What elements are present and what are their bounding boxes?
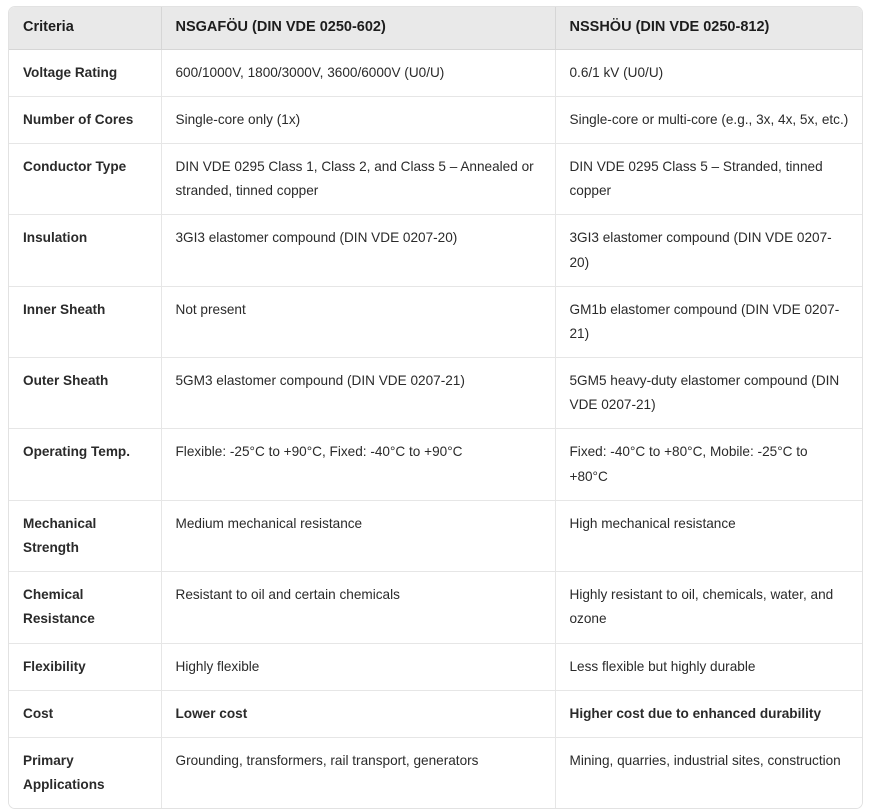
cell-criteria: Cost bbox=[9, 690, 162, 738]
table-header: Criteria NSGAFÖU (DIN VDE 0250-602) NSSH… bbox=[9, 7, 862, 50]
table-header-row: Criteria NSGAFÖU (DIN VDE 0250-602) NSSH… bbox=[9, 7, 862, 50]
cell-criteria: Inner Sheath bbox=[9, 286, 162, 359]
cell-criteria: Number of Cores bbox=[9, 96, 162, 144]
cell-nsshou: 3GI3 elastomer compound (DIN VDE 0207-20… bbox=[555, 214, 862, 287]
table-row: Number of Cores Single-core only (1x) Sing… bbox=[9, 96, 862, 144]
table-body: Voltage Rating 600/1000V, 1800/3000V, 360… bbox=[9, 49, 862, 809]
cell-nsgafou: DIN VDE 0295 Class 1, Class 2, and Class… bbox=[161, 143, 556, 216]
table-row: Cost Lower cost Higher cost due to enhance… bbox=[9, 690, 862, 738]
cell-criteria: Flexibility bbox=[9, 643, 162, 691]
comparison-table-container: Criteria NSGAFÖU (DIN VDE 0250-602) NSSH… bbox=[8, 6, 863, 809]
cell-nsshou: GM1b elastomer compound (DIN VDE 0207-21… bbox=[555, 286, 862, 359]
cell-criteria: Chemical Resistance bbox=[9, 571, 162, 644]
cell-nsgafou: 3GI3 elastomer compound (DIN VDE 0207-20… bbox=[161, 214, 556, 287]
cell-nsgafou: Medium mechanical resistance bbox=[161, 500, 556, 573]
cell-nsgafou: Not present bbox=[161, 286, 556, 359]
cell-nsshou: Fixed: -40°C to +80°C, Mobile: -25°C to … bbox=[555, 428, 862, 501]
cell-criteria: Primary Applications bbox=[9, 737, 162, 809]
cell-criteria: Outer Sheath bbox=[9, 357, 162, 430]
cell-criteria: Voltage Rating bbox=[9, 49, 162, 97]
cell-nsshou: 0.6/1 kV (U0/U) bbox=[555, 49, 862, 97]
cell-nsgafou: Grounding, transformers, rail transport,… bbox=[161, 737, 556, 809]
column-header-nsgafou: NSGAFÖU (DIN VDE 0250-602) bbox=[161, 7, 556, 50]
cell-nsgafou: 600/1000V, 1800/3000V, 3600/6000V (U0/U) bbox=[161, 49, 556, 97]
cell-nsshou: High mechanical resistance bbox=[555, 500, 862, 573]
column-header-criteria: Criteria bbox=[9, 7, 162, 50]
column-header-nsshou: NSSHÖU (DIN VDE 0250-812) bbox=[555, 7, 862, 50]
cable-comparison-table: Criteria NSGAFÖU (DIN VDE 0250-602) NSSH… bbox=[9, 7, 862, 809]
table-row: Operating Temp. Flexible: -25°C to +90°C,… bbox=[9, 428, 862, 501]
cell-criteria: Mechanical Strength bbox=[9, 500, 162, 573]
cell-nsgafou: 5GM3 elastomer compound (DIN VDE 0207-21… bbox=[161, 357, 556, 430]
cell-nsshou: Higher cost due to enhanced durability bbox=[555, 690, 862, 738]
cell-criteria: Operating Temp. bbox=[9, 428, 162, 501]
cell-nsshou: Less flexible but highly durable bbox=[555, 643, 862, 691]
table-row: Mechanical Strength Medium mechanical res… bbox=[9, 500, 862, 573]
table-row: Voltage Rating 600/1000V, 1800/3000V, 360… bbox=[9, 49, 862, 97]
table-row: Insulation 3GI3 elastomer compound (DIN V… bbox=[9, 214, 862, 287]
page-root: Criteria NSGAFÖU (DIN VDE 0250-602) NSSH… bbox=[0, 0, 872, 809]
table-row: Primary Applications Grounding, transform… bbox=[9, 737, 862, 809]
cell-nsgafou: Lower cost bbox=[161, 690, 556, 738]
cell-criteria: Insulation bbox=[9, 214, 162, 287]
table-row: Chemical Resistance Resistant to oil and … bbox=[9, 571, 862, 644]
cell-nsshou: Mining, quarries, industrial sites, cons… bbox=[569, 752, 841, 768]
cell-nsgafou: Flexible: -25°C to +90°C, Fixed: -40°C t… bbox=[161, 428, 556, 501]
cell-nsshou: Single-core or multi-core (e.g., 3x, 4x,… bbox=[555, 96, 862, 144]
table-row: Outer Sheath 5GM3 elastomer compound (DIN… bbox=[9, 357, 862, 430]
cell-nsshou: Highly resistant to oil, chemicals, wate… bbox=[555, 571, 862, 644]
cell-nsshou: 5GM5 heavy-duty elastomer compound (DIN … bbox=[555, 357, 862, 430]
table-row: Conductor Type DIN VDE 0295 Class 1, Clas… bbox=[9, 143, 862, 216]
cell-criteria: Conductor Type bbox=[9, 143, 162, 216]
table-row: Flexibility Highly flexible Less flexible … bbox=[9, 643, 862, 691]
table-row: Inner Sheath Not present GM1b elastomer co… bbox=[9, 286, 862, 359]
cell-nsshou: DIN VDE 0295 Class 5 – Stranded, tinned … bbox=[555, 143, 862, 216]
cell-nsgafou: Highly flexible bbox=[161, 643, 556, 691]
cell-nsgafou: Resistant to oil and certain chemicals bbox=[161, 571, 556, 644]
cell-nsgafou: Single-core only (1x) bbox=[161, 96, 556, 144]
